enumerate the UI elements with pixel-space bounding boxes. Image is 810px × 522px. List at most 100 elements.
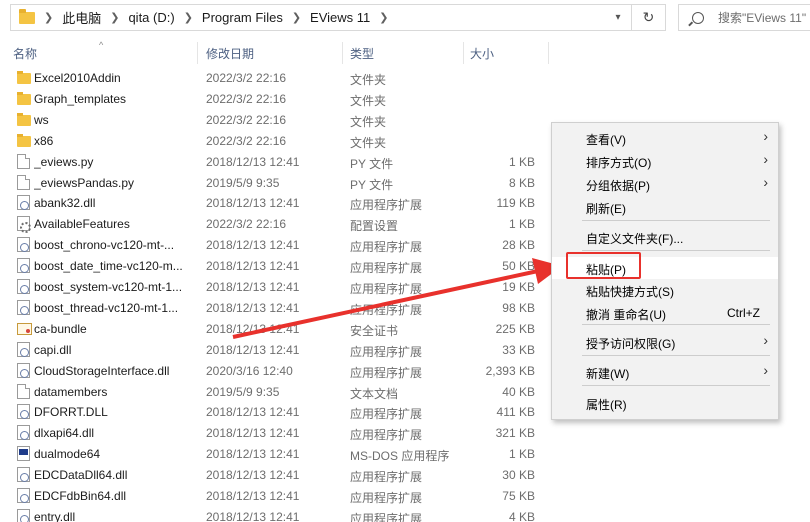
file-row[interactable]: EDCFdbBin64.dll 2018/12/13 12:41 应用程序扩展 75 … <box>0 485 560 506</box>
file-row[interactable]: abank32.dll 2018/12/13 12:41 应用程序扩展 119 KB <box>0 192 560 213</box>
file-type: 应用程序扩展 <box>350 302 423 317</box>
address-bar-row: ❯ 此电脑 ❯ qita (D:) ❯ Program Files ❯ EVie… <box>0 0 810 36</box>
file-type: 应用程序扩展 <box>350 282 423 296</box>
column-divider[interactable] <box>197 42 198 64</box>
file-name: CloudStorageInterface.dll <box>34 363 170 378</box>
menu-item-shortcut: Ctrl+Z <box>727 306 760 320</box>
file-row[interactable]: AvailableFeatures 2022/3/2 22:16 配置设置 1 KB <box>0 213 560 234</box>
column-name[interactable]: 名称 <box>13 45 37 62</box>
menu-item-customize[interactable]: 自定义文件夹(F)... <box>552 226 778 248</box>
column-date[interactable]: 修改日期 <box>206 45 254 62</box>
file-row[interactable]: boost_thread-vc120-mt-1... 2018/12/13 12:… <box>0 297 560 318</box>
menu-item-paste-shortcut[interactable]: 粘贴快捷方式(S) <box>552 279 778 301</box>
menu-item-group[interactable]: 分组依据(P) › <box>552 173 778 195</box>
file-date: 2019/5/9 9:35 <box>206 175 280 190</box>
file-type: 文件夹 <box>350 114 387 129</box>
file-row[interactable]: boost_date_time-vc120-m... 2018/12/13 12:… <box>0 255 560 276</box>
file-date: 2020/3/16 12:40 <box>206 363 293 378</box>
menu-separator <box>582 324 770 325</box>
menu-item-new[interactable]: 新建(W) › <box>552 361 778 383</box>
menu-item-refresh[interactable]: 刷新(E) <box>552 196 778 218</box>
file-date: 2018/12/13 12:41 <box>206 468 300 483</box>
file-type: 应用程序扩展 <box>350 365 423 380</box>
file-row[interactable]: dualmode64 2018/12/13 12:41 MS-DOS 应用程序 1 K… <box>0 443 560 464</box>
dll-icon <box>17 195 30 211</box>
file-row[interactable]: DFORRT.DLL 2018/12/13 12:41 应用程序扩展 411 KB <box>0 401 560 422</box>
file-date: 2018/12/13 12:41 <box>206 489 300 503</box>
file-size: 1 KB <box>508 447 535 462</box>
dll-icon <box>17 341 30 357</box>
file-size: 1 KB <box>508 217 535 232</box>
file-row[interactable]: boost_system-vc120-mt-1... 2018/12/13 12:… <box>0 276 560 297</box>
file-row[interactable]: Graph_templates 2022/3/2 22:16 文件夹 <box>0 88 560 109</box>
column-type[interactable]: 类型 <box>350 45 374 62</box>
menu-separator <box>582 385 770 386</box>
menu-separator <box>582 250 770 251</box>
file-date: 2018/12/13 12:41 <box>206 426 300 441</box>
file-row[interactable]: dlxapi64.dll 2018/12/13 12:41 应用程序扩展 321 KB <box>0 422 560 443</box>
file-date: 2018/12/13 12:41 <box>206 300 300 315</box>
breadcrumb-drive[interactable]: qita (D:) <box>128 10 174 25</box>
file-row[interactable]: x86 2022/3/2 22:16 文件夹 <box>0 130 560 151</box>
breadcrumb-eviews[interactable]: EViews 11 <box>310 10 370 25</box>
menu-item-undo-rename[interactable]: 撤消 重命名(U) Ctrl+Z <box>552 302 778 324</box>
file-name: Excel2010Addin <box>34 71 121 85</box>
file-row[interactable]: ca-bundle 2018/12/13 12:41 安全证书 225 KB <box>0 318 560 339</box>
chevron-right-icon[interactable]: ❯ <box>44 11 53 24</box>
menu-item-label: 刷新(E) <box>586 202 626 216</box>
file-size: 19 KB <box>502 280 535 294</box>
menu-item-label: 撤消 重命名(U) <box>586 308 666 322</box>
column-divider[interactable] <box>463 42 464 64</box>
menu-item-sort[interactable]: 排序方式(O) › <box>552 150 778 172</box>
file-row[interactable]: datamembers 2019/5/9 9:35 文本文档 40 KB <box>0 381 560 402</box>
search-icon <box>692 11 704 24</box>
file-date: 2019/5/9 9:35 <box>206 384 280 399</box>
chevron-right-icon[interactable]: ❯ <box>379 11 388 24</box>
file-row[interactable]: Excel2010Addin 2022/3/2 22:16 文件夹 <box>0 67 560 88</box>
search-input[interactable]: 搜索"EViews 11" <box>678 4 810 31</box>
menu-item-give-access[interactable]: 授予访问权限(G) › <box>552 331 778 353</box>
chevron-right-icon[interactable]: ❯ <box>292 11 301 24</box>
dll-icon <box>17 237 30 253</box>
file-row[interactable]: CloudStorageInterface.dll 2020/3/16 12:40… <box>0 360 560 381</box>
file-row[interactable]: capi.dll 2018/12/13 12:41 应用程序扩展 33 KB <box>0 339 560 360</box>
menu-item-label: 分组依据(P) <box>586 179 650 193</box>
menu-item-properties[interactable]: 属性(R) <box>552 392 778 414</box>
file-name: Graph_templates <box>34 91 127 106</box>
file-type: 应用程序扩展 <box>350 511 423 522</box>
column-divider[interactable] <box>548 42 549 64</box>
address-bar[interactable]: ❯ 此电脑 ❯ qita (D:) ❯ Program Files ❯ EVie… <box>10 4 666 31</box>
file-row[interactable]: _eviews.py 2018/12/13 12:41 PY 文件 1 KB <box>0 151 560 172</box>
msdos-icon <box>17 446 30 462</box>
chevron-right-icon[interactable]: ❯ <box>110 11 119 24</box>
file-type: 文件夹 <box>350 73 387 87</box>
chevron-right-icon: › <box>763 128 768 144</box>
file-date: 2018/12/13 12:41 <box>206 154 300 169</box>
chevron-down-icon[interactable]: ▾ <box>607 5 629 30</box>
file-name: boost_date_time-vc120-m... <box>34 259 183 274</box>
file-type: 应用程序扩展 <box>350 240 423 255</box>
file-name: dualmode64 <box>34 447 101 462</box>
breadcrumb-this-pc[interactable]: 此电脑 <box>62 8 101 27</box>
file-row[interactable]: boost_chrono-vc120-mt-... 2018/12/13 12:4… <box>0 234 560 255</box>
refresh-icon[interactable]: ↻ <box>631 5 665 30</box>
file-type: MS-DOS 应用程序 <box>350 449 450 464</box>
menu-item-label: 查看(V) <box>586 133 626 147</box>
chevron-right-icon[interactable]: ❯ <box>184 11 193 24</box>
menu-item-view[interactable]: 查看(V) › <box>552 127 778 149</box>
folder-icon <box>19 8 35 24</box>
file-row[interactable]: ws 2022/3/2 22:16 文件夹 <box>0 109 560 130</box>
breadcrumb-program-files[interactable]: Program Files <box>202 10 283 25</box>
dll-icon <box>17 508 30 522</box>
file-row[interactable]: entry.dll 2018/12/13 12:41 应用程序扩展 4 KB <box>0 506 560 522</box>
file-size: 28 KB <box>502 238 535 253</box>
file-row[interactable]: _eviewsPandas.py 2019/5/9 9:35 PY 文件 8 KB <box>0 172 560 193</box>
dll-icon <box>17 299 30 315</box>
menu-separator <box>582 220 770 221</box>
folder-icon <box>17 91 31 105</box>
chevron-right-icon: › <box>763 174 768 190</box>
column-divider[interactable] <box>342 42 343 64</box>
file-row[interactable]: EDCDataDll64.dll 2018/12/13 12:41 应用程序扩展 30… <box>0 464 560 485</box>
file-name: dlxapi64.dll <box>34 426 95 441</box>
column-size[interactable]: 大小 <box>470 45 494 62</box>
